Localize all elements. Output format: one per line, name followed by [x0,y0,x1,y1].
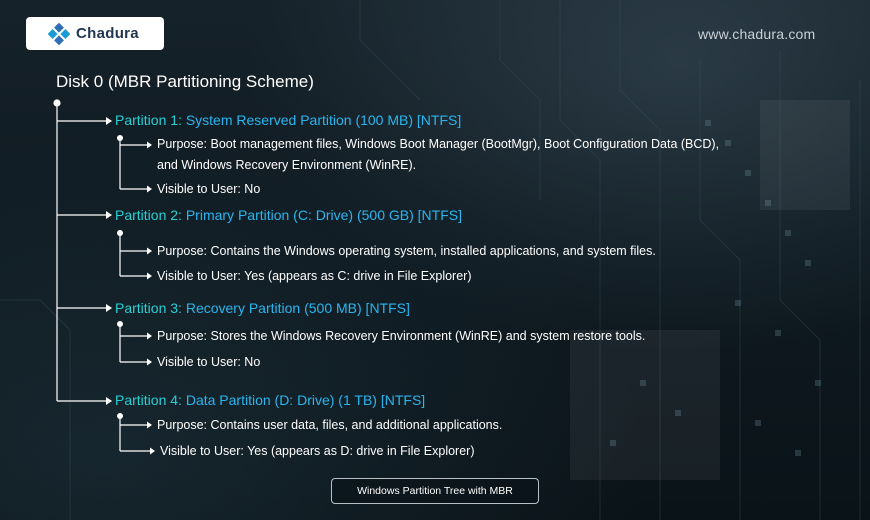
partition-2-visibility: Visible to User: Yes (appears as C: driv… [157,269,472,283]
partition-4-name: Data Partition (D: Drive) (1 TB) [NTFS] [185,392,426,408]
partition-2-heading: Partition 2: Primary Partition (C: Drive… [115,207,462,223]
partition-3-name: Recovery Partition (500 MB) [NTFS] [185,300,410,316]
partition-4-visibility: Visible to User: Yes (appears as D: driv… [160,444,475,458]
partition-1-visibility: Visible to User: No [157,182,261,196]
brand-logo: Chadura [26,17,164,50]
partition-3-label: Partition 3: [115,300,182,316]
partition-3-purpose: Purpose: Stores the Windows Recovery Env… [157,329,646,343]
partition-1-heading: Partition 1: System Reserved Partition (… [115,112,461,128]
partition-4-heading: Partition 4: Data Partition (D: Drive) (… [115,392,425,408]
chadura-logo-icon [48,22,70,45]
partition-4-label: Partition 4: [115,392,182,408]
partition-3-visibility: Visible to User: No [157,355,261,369]
disk-title: Disk 0 (MBR Partitioning Scheme) [56,72,314,91]
partition-2-purpose: Purpose: Contains the Windows operating … [157,244,656,258]
website-url: www.chadura.com [698,26,816,42]
diagram-caption: Windows Partition Tree with MBR [331,478,539,504]
partition-1-label: Partition 1: [115,112,182,128]
partition-1-purpose: Purpose: Boot management files, Windows … [157,137,720,172]
infographic-canvas: Chadura www.chadura.com Disk 0 (MBR Part… [0,0,870,520]
partition-4-purpose: Purpose: Contains user data, files, and … [157,418,503,432]
partition-2-name: Primary Partition (C: Drive) (500 GB) [N… [185,207,462,223]
partition-3-heading: Partition 3: Recovery Partition (500 MB)… [115,300,410,316]
partition-2-label: Partition 2: [115,207,182,223]
brand-name: Chadura [76,25,139,42]
partition-1-name: System Reserved Partition (100 MB) [NTFS… [185,112,462,128]
